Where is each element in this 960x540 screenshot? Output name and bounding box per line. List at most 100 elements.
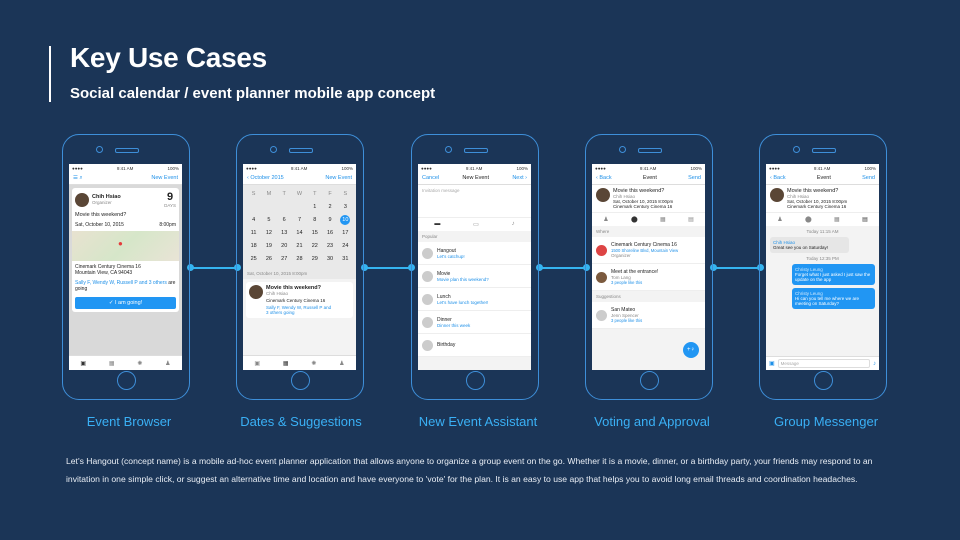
chat-icon[interactable]: ▤ xyxy=(862,216,868,223)
calendar-day[interactable]: 27 xyxy=(277,254,292,264)
location-pin-icon[interactable]: ⬤ xyxy=(631,216,638,223)
calendar-day[interactable]: 25 xyxy=(246,254,261,264)
connector-4-5 xyxy=(713,267,763,269)
calendar-day[interactable]: 1 xyxy=(307,202,322,212)
template-item[interactable]: Birthday xyxy=(418,334,531,357)
venue-name: Cinemark Century Cinema 16 xyxy=(266,298,326,303)
send-button[interactable]: Send xyxy=(862,175,875,181)
calendar-day[interactable]: 9 xyxy=(322,215,337,225)
map-thumbnail[interactable]: ● xyxy=(72,231,179,261)
people-icon[interactable]: ♟ xyxy=(777,216,782,223)
going-button[interactable]: ✓ I am going! xyxy=(75,297,176,309)
calendar-day[interactable]: 17 xyxy=(338,228,353,238)
calendar-day[interactable]: 14 xyxy=(292,228,307,238)
thumbs-up-icon[interactable] xyxy=(596,244,607,256)
tab-activity-icon[interactable]: ✺ xyxy=(311,360,316,367)
location-option[interactable]: Meet at the entrance! Tom Lang 3 people … xyxy=(592,264,705,291)
page-title: Key Use Cases xyxy=(70,42,267,73)
calendar-day[interactable]: 15 xyxy=(307,228,322,238)
template-title: Birthday xyxy=(437,342,456,348)
calendar-day[interactable]: 3 xyxy=(338,202,353,212)
calendar-day[interactable]: 21 xyxy=(292,241,307,251)
tab-profile-icon[interactable]: ♟ xyxy=(165,360,170,367)
template-item[interactable]: Lunch Let's have lunch together! xyxy=(418,288,531,311)
calendar-day[interactable]: 10 xyxy=(340,215,351,225)
calendar-day[interactable]: 22 xyxy=(307,241,322,251)
back-button[interactable]: ‹ Back xyxy=(770,175,786,181)
nav-bar: Cancel New Event Next › xyxy=(418,172,531,185)
calendar-day[interactable]: 5 xyxy=(261,215,276,225)
template-item[interactable]: Movie Movie plan this weekend? xyxy=(418,265,531,288)
camera xyxy=(619,146,626,153)
camera-icon[interactable]: ▣ xyxy=(769,360,775,367)
message-input[interactable]: Message xyxy=(777,359,870,368)
calendar-icon[interactable]: ▦ xyxy=(834,216,840,223)
menu-icon[interactable]: ☰ ⌕ xyxy=(73,175,83,182)
calendar-day[interactable]: 12 xyxy=(261,228,276,238)
next-button[interactable]: Next › xyxy=(512,175,527,181)
label-new-event-assistant: New Event Assistant xyxy=(418,414,538,429)
new-event-button[interactable]: New Event xyxy=(325,175,352,181)
calendar-day[interactable]: 19 xyxy=(261,241,276,251)
thumbs-up-icon[interactable] xyxy=(596,309,607,321)
calendar-day[interactable]: 26 xyxy=(261,254,276,264)
connector-1-2 xyxy=(190,267,240,269)
calendar-icon[interactable]: ▦ xyxy=(660,216,666,223)
calendar-day[interactable]: 16 xyxy=(322,228,337,238)
template-item[interactable]: Hangout Let's catchup! xyxy=(418,242,531,265)
ticket-icon[interactable]: ▬ xyxy=(434,221,440,228)
home-button xyxy=(640,371,659,390)
status-bar: ●●●● 9:41 AM 100% xyxy=(592,164,705,172)
label-voting-approval: Voting and Approval xyxy=(594,414,710,429)
event-card[interactable]: Chih Hsiao Organizer 9 DAYS Movie this w… xyxy=(72,188,179,312)
back-button[interactable]: ‹ Back xyxy=(596,175,612,181)
location-option[interactable]: Cinemark Century Cinema 16 1500 Shorelin… xyxy=(592,237,705,264)
location-role: Organizer xyxy=(611,253,631,258)
briefcase-icon[interactable]: ▭ xyxy=(473,221,479,228)
template-icon xyxy=(422,247,433,259)
tab-events-icon[interactable]: ▣ xyxy=(80,360,86,367)
add-suggestion-button[interactable]: +♀ xyxy=(683,342,699,358)
send-button[interactable]: Send xyxy=(688,175,701,181)
chat-icon[interactable]: ▤ xyxy=(688,216,694,223)
calendar-day[interactable]: 24 xyxy=(338,241,353,251)
calendar-day[interactable]: 30 xyxy=(322,254,337,264)
attendees-more[interactable]: 3 others xyxy=(149,280,167,286)
calendar-day[interactable]: 29 xyxy=(307,254,322,264)
calendar-day[interactable]: 6 xyxy=(277,215,292,225)
tab-profile-icon[interactable]: ♟ xyxy=(339,360,344,367)
location-pin-icon[interactable]: ⬤ xyxy=(805,216,812,223)
tab-calendar-icon[interactable]: ▦ xyxy=(109,360,115,367)
event-card[interactable]: Movie this weekend? Chih Hsiao Cinemark … xyxy=(246,282,353,318)
calendar-day[interactable]: 31 xyxy=(338,254,353,264)
screen-group-messenger: ●●●● 9:41 AM 100% ‹ Back Event Send Movie … xyxy=(766,164,879,370)
tab-calendar-icon[interactable]: ▦ xyxy=(283,360,289,367)
calendar-day[interactable]: 28 xyxy=(292,254,307,264)
calendar-day[interactable]: 2 xyxy=(322,202,337,212)
phone-new-event-assistant: ●●●● 9:41 AM 100% Cancel New Event Next › … xyxy=(411,134,539,400)
calendar-day[interactable]: 4 xyxy=(246,215,261,225)
calendar-day[interactable]: 13 xyxy=(277,228,292,238)
calendar-day[interactable]: 18 xyxy=(246,241,261,251)
attendees-more[interactable]: 3 others going xyxy=(266,310,331,315)
status-bar: ●●●● 9:41 AM 100% xyxy=(766,164,879,172)
microphone-icon[interactable]: ♪ xyxy=(512,221,515,228)
calendar-day[interactable]: 8 xyxy=(307,215,322,225)
camera xyxy=(445,146,452,153)
tab-events-icon[interactable]: ▣ xyxy=(254,360,260,367)
suggestion-option[interactable]: San Mateo Jenn Spencer 3 people like thi… xyxy=(592,302,705,329)
new-event-button[interactable]: New Event xyxy=(151,175,178,181)
template-item[interactable]: Dinner Dinner this week xyxy=(418,311,531,334)
calendar-day[interactable]: 23 xyxy=(322,241,337,251)
avatar xyxy=(75,192,89,207)
calendar-day[interactable]: 7 xyxy=(292,215,307,225)
tab-activity-icon[interactable]: ✺ xyxy=(137,360,142,367)
calendar-day[interactable]: 11 xyxy=(246,228,261,238)
microphone-icon[interactable]: ♪ xyxy=(873,361,876,367)
month-back-button[interactable]: ‹ October 2015 xyxy=(247,175,284,181)
calendar-day[interactable]: 20 xyxy=(277,241,292,251)
people-icon[interactable]: ♟ xyxy=(603,216,608,223)
days-count: 9 xyxy=(166,191,174,203)
cancel-button[interactable]: Cancel xyxy=(422,175,439,181)
invitation-input[interactable]: Invitation message xyxy=(418,185,531,217)
